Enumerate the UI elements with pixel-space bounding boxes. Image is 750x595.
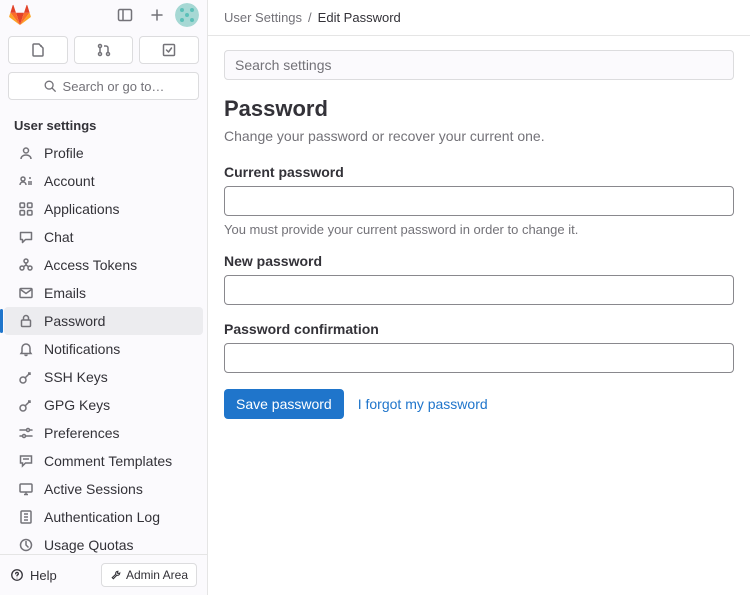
mail-icon <box>18 285 34 301</box>
bell-icon <box>18 341 34 357</box>
sidebar-item-account[interactable]: Account <box>4 167 203 195</box>
field-new-password: New password <box>224 253 734 305</box>
sidebar-item-usage-quotas[interactable]: Usage Quotas <box>4 531 203 554</box>
field-password-confirmation: Password confirmation <box>224 321 734 373</box>
password-confirmation-input[interactable] <box>224 343 734 373</box>
search-button[interactable]: Search or go to… <box>8 72 199 100</box>
search-icon <box>43 79 57 93</box>
key-icon <box>18 397 34 413</box>
sidebar-item-notifications[interactable]: Notifications <box>4 335 203 363</box>
todos-button[interactable] <box>139 36 199 64</box>
password-confirmation-label: Password confirmation <box>224 321 734 337</box>
sidebar-item-preferences[interactable]: Preferences <box>4 419 203 447</box>
breadcrumb: User Settings / Edit Password <box>208 0 750 36</box>
admin-label: Admin Area <box>126 568 188 582</box>
chat-icon <box>18 229 34 245</box>
sidebar-item-comment-templates[interactable]: Comment Templates <box>4 447 203 475</box>
form-actions: Save password I forgot my password <box>224 389 734 419</box>
sidebar-item-emails[interactable]: Emails <box>4 279 203 307</box>
page-title: Password <box>224 96 734 122</box>
sidebar-item-label: Applications <box>44 201 120 217</box>
breadcrumb-current: Edit Password <box>318 10 401 25</box>
admin-icon <box>110 569 122 581</box>
help-label: Help <box>30 568 57 583</box>
quota-icon <box>18 537 34 553</box>
sidebar-item-label: Comment Templates <box>44 453 172 469</box>
help-link[interactable]: Help <box>10 568 57 583</box>
section-header: User settings <box>0 114 207 139</box>
sidebar-item-label: Notifications <box>44 341 120 357</box>
gitlab-logo-icon[interactable] <box>8 3 32 27</box>
sidebar: Search or go to… User settings Profile A… <box>0 0 208 595</box>
main-content: User Settings / Edit Password Password C… <box>208 0 750 595</box>
sidebar-item-label: Account <box>44 173 95 189</box>
admin-area-button[interactable]: Admin Area <box>101 563 197 587</box>
sidebar-item-label: Authentication Log <box>44 509 160 525</box>
sidebar-item-label: Active Sessions <box>44 481 143 497</box>
sidebar-item-chat[interactable]: Chat <box>4 223 203 251</box>
forgot-password-link[interactable]: I forgot my password <box>358 396 488 412</box>
new-password-input[interactable] <box>224 275 734 305</box>
sidebar-nav: User settings Profile Account Applicatio… <box>0 108 207 554</box>
settings-search-input[interactable] <box>224 50 734 80</box>
sidebar-item-active-sessions[interactable]: Active Sessions <box>4 475 203 503</box>
comment-icon <box>18 453 34 469</box>
field-current-password: Current password You must provide your c… <box>224 164 734 237</box>
log-icon <box>18 509 34 525</box>
sidebar-item-label: SSH Keys <box>44 369 108 385</box>
current-password-label: Current password <box>224 164 734 180</box>
page-description: Change your password or recover your cur… <box>224 128 734 144</box>
search-label: Search or go to… <box>63 79 165 94</box>
sidebar-footer: Help Admin Area <box>0 554 207 595</box>
topbar <box>0 0 207 30</box>
sidebar-item-label: Password <box>44 313 105 329</box>
action-row <box>0 30 207 70</box>
applications-icon <box>18 201 34 217</box>
sidebar-item-gpg-keys[interactable]: GPG Keys <box>4 391 203 419</box>
lock-icon <box>18 313 34 329</box>
current-password-input[interactable] <box>224 186 734 216</box>
user-avatar[interactable] <box>175 3 199 27</box>
sidebar-item-access-tokens[interactable]: Access Tokens <box>4 251 203 279</box>
sidebar-item-label: Usage Quotas <box>44 537 134 553</box>
current-password-help: You must provide your current password i… <box>224 222 734 237</box>
collapse-sidebar-button[interactable] <box>111 1 139 29</box>
breadcrumb-separator: / <box>308 10 312 25</box>
breadcrumb-parent[interactable]: User Settings <box>224 10 302 25</box>
sidebar-item-label: Preferences <box>44 425 119 441</box>
account-icon <box>18 173 34 189</box>
preferences-icon <box>18 425 34 441</box>
sidebar-item-ssh-keys[interactable]: SSH Keys <box>4 363 203 391</box>
save-password-button[interactable]: Save password <box>224 389 344 419</box>
sidebar-item-applications[interactable]: Applications <box>4 195 203 223</box>
key-icon <box>18 369 34 385</box>
content-area: Password Change your password or recover… <box>208 36 750 433</box>
monitor-icon <box>18 481 34 497</box>
sidebar-item-label: Emails <box>44 285 86 301</box>
token-icon <box>18 257 34 273</box>
sidebar-item-label: Access Tokens <box>44 257 137 273</box>
sidebar-item-authentication-log[interactable]: Authentication Log <box>4 503 203 531</box>
sidebar-item-label: GPG Keys <box>44 397 110 413</box>
sidebar-item-password[interactable]: Password <box>4 307 203 335</box>
merge-requests-button[interactable] <box>74 36 134 64</box>
help-icon <box>10 568 24 582</box>
new-password-label: New password <box>224 253 734 269</box>
sidebar-item-profile[interactable]: Profile <box>4 139 203 167</box>
create-new-button[interactable] <box>143 1 171 29</box>
sidebar-item-label: Profile <box>44 145 84 161</box>
profile-icon <box>18 145 34 161</box>
issues-button[interactable] <box>8 36 68 64</box>
sidebar-item-label: Chat <box>44 229 74 245</box>
